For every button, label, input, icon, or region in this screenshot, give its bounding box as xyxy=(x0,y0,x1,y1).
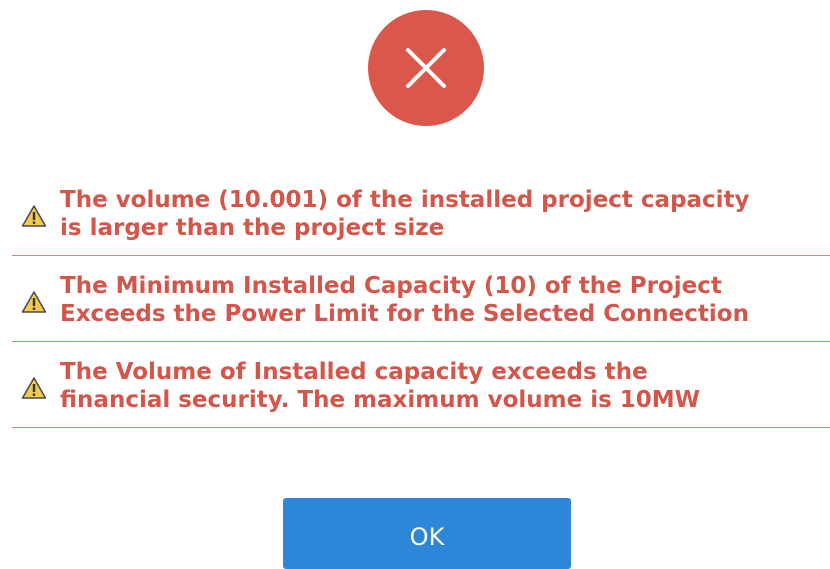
error-message-text: The volume (10.001) of the installed pro… xyxy=(60,186,826,242)
warning-icon xyxy=(21,205,47,227)
error-x-icon xyxy=(368,10,484,126)
error-message-line-1: The volume (10.001) of the installed pro… xyxy=(60,187,750,213)
error-message-item: The Volume of Installed capacity exceeds… xyxy=(12,358,830,428)
error-message-line-1: The Volume of Installed capacity exceeds… xyxy=(60,359,648,385)
error-message-line-2: financial security. The maximum volume i… xyxy=(60,387,701,413)
error-message-line-1: The Minimum Installed Capacity (10) of t… xyxy=(60,273,722,299)
error-message-item: The volume (10.001) of the installed pro… xyxy=(12,186,830,256)
error-message-text: The Minimum Installed Capacity (10) of t… xyxy=(60,272,826,328)
error-message-item: The Minimum Installed Capacity (10) of t… xyxy=(12,272,830,342)
error-message-line-2: is larger than the project size xyxy=(60,215,445,241)
ok-button[interactable]: OK xyxy=(283,498,571,569)
warning-icon xyxy=(21,291,47,313)
close-x-glyph xyxy=(406,48,446,88)
error-message-list: The volume (10.001) of the installed pro… xyxy=(12,186,830,428)
error-message-line-2: Exceeds the Power Limit for the Selected… xyxy=(60,301,749,327)
error-dialog: The volume (10.001) of the installed pro… xyxy=(0,0,830,569)
error-message-text: The Volume of Installed capacity exceeds… xyxy=(60,358,826,414)
warning-icon xyxy=(21,377,47,399)
